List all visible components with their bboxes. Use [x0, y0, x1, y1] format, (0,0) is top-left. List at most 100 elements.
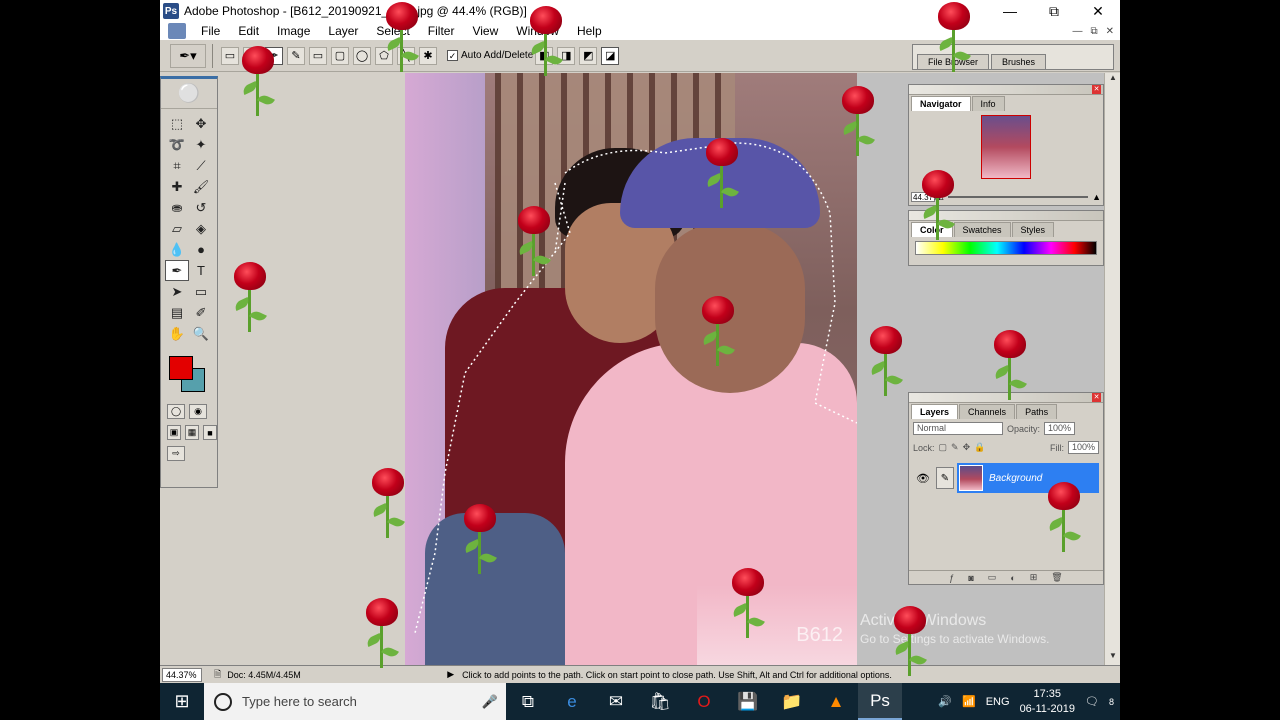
healing-brush-tool-icon[interactable]: ✚ [165, 176, 189, 197]
layer-style-icon[interactable]: ƒ [949, 573, 954, 583]
close-icon[interactable]: ✕ [1092, 85, 1101, 94]
hand-tool-icon[interactable]: ✋ [165, 323, 189, 344]
dodge-tool-icon[interactable]: ● [189, 239, 213, 260]
menu-edit[interactable]: Edit [229, 24, 268, 38]
close-button[interactable]: ✕ [1076, 0, 1120, 22]
vertical-scrollbar[interactable]: ▲ ▼ [1104, 73, 1120, 665]
file-explorer-icon[interactable]: 📁 [770, 683, 814, 720]
rounded-rectangle-icon[interactable]: ▢ [331, 46, 349, 65]
navigator-thumbnail[interactable] [981, 115, 1031, 179]
navigator-palette-titlebar[interactable]: ✕ [909, 85, 1103, 95]
full-screen-menu-icon[interactable]: ▦ [185, 425, 199, 440]
menu-file[interactable]: File [192, 24, 229, 38]
lock-transparency-icon[interactable]: ▢ [939, 442, 948, 453]
crop-tool-icon[interactable]: ⌗ [165, 155, 189, 176]
shape-layers-icon[interactable]: ▭ [221, 46, 239, 65]
document-canvas[interactable]: B612 [405, 73, 857, 665]
cortana-icon[interactable] [214, 692, 232, 711]
move-tool-icon[interactable]: ✥ [189, 113, 213, 134]
rectangle-shape-icon[interactable]: ▭ [309, 46, 327, 65]
quick-mask-icon[interactable]: ◉ [189, 404, 207, 419]
minimize-button[interactable]: — [988, 0, 1032, 22]
clone-stamp-tool-icon[interactable]: ⛂ [165, 197, 189, 218]
standard-screen-icon[interactable]: ▣ [167, 425, 181, 440]
status-zoom-field[interactable]: 44.37% [162, 667, 202, 682]
doc-minimize-icon[interactable]: — [1072, 26, 1082, 37]
lock-all-icon[interactable]: 🔒 [974, 442, 985, 453]
notifications-icon[interactable]: 🗨 [1085, 695, 1099, 708]
zoom-tool-icon[interactable]: 🔍 [189, 323, 213, 344]
brush-tool-icon[interactable]: 🖌 [189, 176, 213, 197]
eye-visibility-icon[interactable]: 👁 [913, 472, 933, 485]
path-selection-tool-icon[interactable]: ➤ [165, 281, 189, 302]
tab-channels[interactable]: Channels [959, 404, 1016, 419]
eraser-tool-icon[interactable]: ▱ [165, 218, 189, 239]
foreground-color-swatch[interactable] [169, 356, 193, 380]
language-indicator[interactable]: ENG [986, 696, 1010, 708]
doc-close-icon[interactable]: ✕ [1106, 26, 1114, 37]
close-icon[interactable]: ✕ [1092, 393, 1101, 402]
eyedropper-tool-icon[interactable]: ✐ [189, 302, 213, 323]
menu-layer[interactable]: Layer [319, 24, 367, 38]
mail-icon[interactable]: ✉ [594, 683, 638, 720]
full-screen-icon[interactable]: ■ [203, 425, 217, 440]
lock-image-icon[interactable]: ✎ [951, 442, 959, 453]
freeform-pen-icon[interactable]: ✎ [287, 46, 305, 65]
status-doc-size[interactable]: Doc: 4.45M/4.45M [227, 670, 387, 680]
brush-link-icon[interactable]: ✎ [936, 467, 954, 489]
exclude-path-icon[interactable]: ◪ [601, 46, 620, 65]
layers-palette-titlebar[interactable]: ✕ [909, 393, 1103, 403]
taskbar-search-box[interactable]: Type here to search 🎤 [204, 683, 506, 720]
tab-layers[interactable]: Layers [911, 404, 959, 419]
scroll-down-icon[interactable]: ▼ [1105, 651, 1120, 665]
menu-help[interactable]: Help [568, 24, 611, 38]
tab-info[interactable]: Info [971, 96, 1005, 111]
new-set-icon[interactable]: ▭ [988, 572, 997, 583]
opacity-field[interactable]: 100% [1044, 422, 1076, 435]
volume-icon[interactable]: 🔊 [938, 695, 952, 708]
clock[interactable]: 17:35 06-11-2019 [1020, 687, 1075, 717]
task-view-icon[interactable]: ⧉ [506, 683, 550, 720]
maximize-button[interactable]: ⧉ [1032, 0, 1076, 22]
color-spectrum-bar[interactable] [915, 241, 1097, 255]
layer-mask-icon[interactable]: ◙ [968, 573, 973, 583]
scroll-up-icon[interactable]: ▲ [1105, 73, 1120, 87]
tab-paths[interactable]: Paths [1016, 404, 1058, 419]
magic-wand-tool-icon[interactable]: ✦ [189, 134, 213, 155]
jump-to-imageready-icon[interactable]: ⇨ [167, 446, 185, 461]
paint-bucket-tool-icon[interactable]: ◈ [189, 218, 213, 239]
photoshop-taskbar-icon[interactable]: Ps [858, 683, 902, 720]
zoom-in-icon[interactable]: ▲ [1092, 192, 1101, 202]
edge-browser-icon[interactable]: e [550, 683, 594, 720]
fill-field[interactable]: 100% [1067, 441, 1099, 454]
vlc-player-icon[interactable]: ▲ [814, 683, 858, 720]
new-layer-icon[interactable]: ⊞ [1030, 572, 1038, 583]
tab-navigator[interactable]: Navigator [911, 96, 971, 111]
ellipse-icon[interactable]: ◯ [353, 46, 371, 65]
pen-tool-preset-picker[interactable]: ✒▾ [170, 43, 206, 68]
history-brush-tool-icon[interactable]: ↺ [189, 197, 213, 218]
pen-tool-icon[interactable]: ✒ [165, 260, 189, 281]
standard-mode-icon[interactable]: ◯ [167, 404, 185, 419]
tab-swatches[interactable]: Swatches [953, 222, 1011, 237]
menu-view[interactable]: View [463, 24, 507, 38]
menu-image[interactable]: Image [268, 24, 319, 38]
tab-styles[interactable]: Styles [1011, 222, 1055, 237]
network-icon[interactable]: 📶 [962, 695, 976, 708]
windows-start-icon[interactable]: ⊞ [160, 683, 204, 720]
doc-restore-icon[interactable]: ⧉ [1090, 26, 1097, 37]
marquee-tool-icon[interactable]: ⬚ [165, 113, 189, 134]
blur-tool-icon[interactable]: 💧 [165, 239, 189, 260]
custom-shape-icon[interactable]: ✱ [419, 46, 437, 65]
type-tool-icon[interactable]: T [189, 260, 213, 281]
app-menu-icon[interactable] [168, 23, 186, 39]
auto-add-delete-checkbox[interactable]: ✓ Auto Add/Delete [447, 50, 533, 61]
status-arrow-icon[interactable]: ▶ [447, 669, 454, 680]
lock-position-icon[interactable]: ✥ [963, 442, 971, 453]
store-icon[interactable]: 🛍 [638, 683, 682, 720]
navigator-zoom-slider[interactable] [947, 196, 1089, 198]
slice-tool-icon[interactable]: ⟋ [189, 155, 213, 176]
microphone-icon[interactable]: 🎤 [482, 694, 498, 710]
brushes-tab[interactable]: Brushes [991, 54, 1047, 69]
intersect-path-icon[interactable]: ◩ [579, 46, 598, 65]
